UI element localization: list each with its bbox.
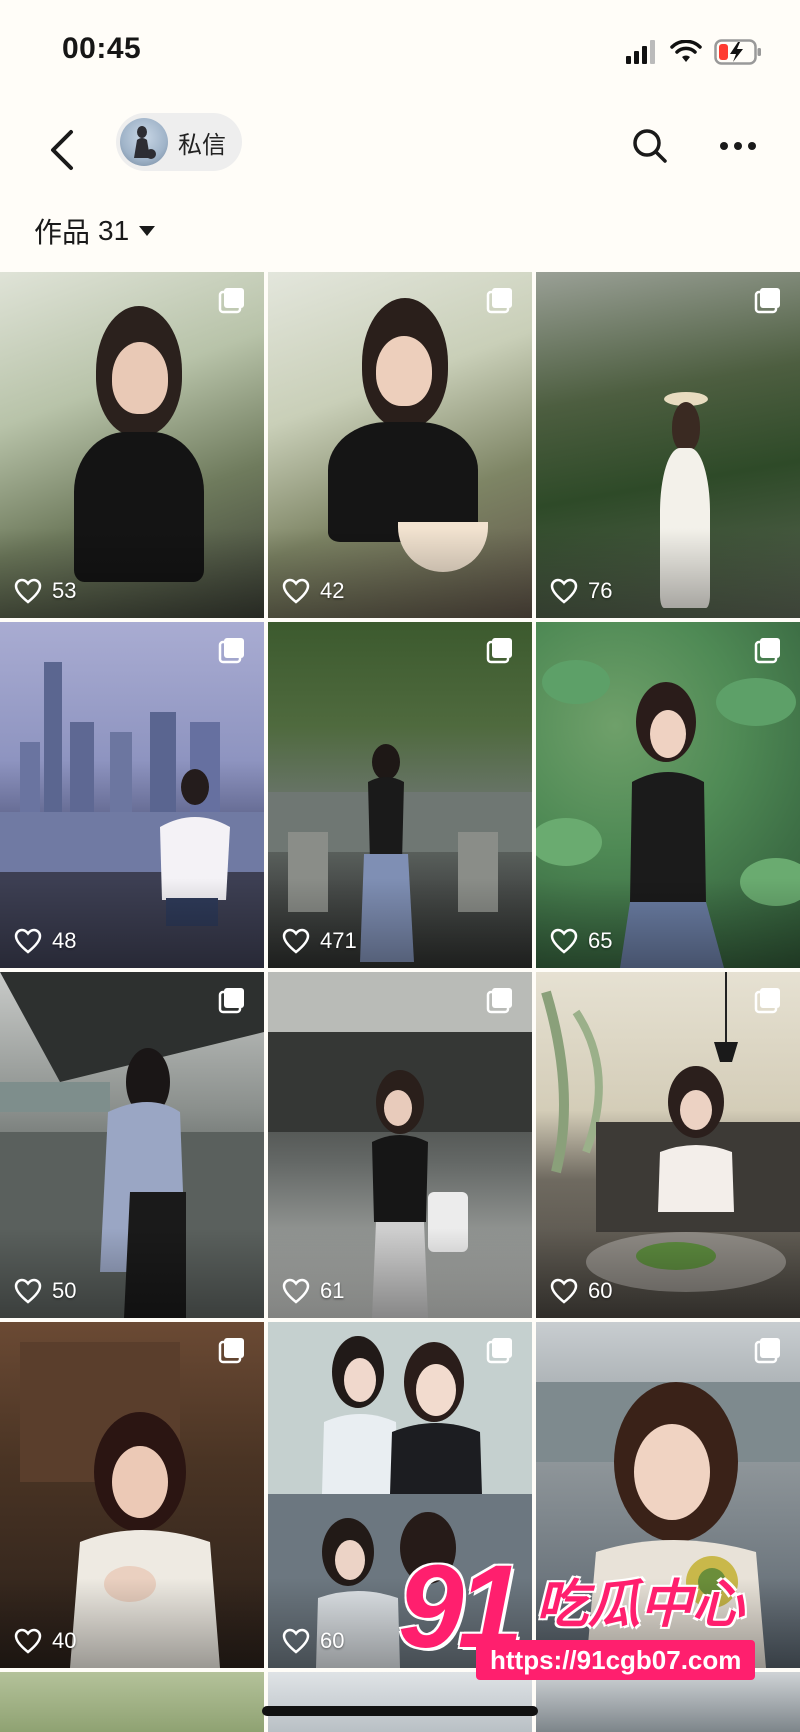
works-filter-dropdown[interactable]: 作品 31 xyxy=(34,206,157,256)
post-tile[interactable]: 61 xyxy=(268,972,532,1318)
caret-down-icon xyxy=(139,226,156,236)
post-tile[interactable] xyxy=(268,1672,532,1732)
multi-image-icon xyxy=(486,288,512,314)
post-tile[interactable] xyxy=(0,1672,264,1732)
multi-image-icon xyxy=(486,638,512,664)
watermark: 91 吃瓜中心 https://91cgb07.com xyxy=(398,1548,768,1680)
post-tile[interactable]: 48 xyxy=(0,622,264,968)
post-tile[interactable] xyxy=(536,1672,800,1732)
more-dot-icon xyxy=(734,142,742,150)
like-count-value: 471 xyxy=(320,928,357,953)
multi-image-icon xyxy=(754,288,780,314)
search-icon xyxy=(633,129,667,163)
post-tile[interactable]: 65 xyxy=(536,622,800,968)
like-count: 53 xyxy=(14,578,76,604)
battery-charging-icon xyxy=(714,39,761,65)
multi-image-icon xyxy=(486,988,512,1014)
more-dot-icon xyxy=(720,142,728,150)
multi-image-icon xyxy=(218,1338,244,1364)
heart-icon xyxy=(14,1278,42,1304)
status-time: 00:45 xyxy=(62,32,142,65)
post-tile[interactable]: 42 xyxy=(268,272,532,618)
like-count-value: 48 xyxy=(52,928,77,953)
more-dot-icon xyxy=(748,142,756,150)
like-count: 42 xyxy=(282,578,344,604)
multi-image-icon xyxy=(218,288,244,314)
heart-icon xyxy=(14,578,42,604)
status-bar: 00:45 xyxy=(0,0,800,100)
post-tile[interactable]: 60 xyxy=(536,972,800,1318)
heart-icon xyxy=(282,928,310,954)
chevron-left-icon xyxy=(51,130,73,170)
works-label: 作品 xyxy=(34,217,91,248)
wifi-icon xyxy=(670,40,702,62)
like-count-value: 61 xyxy=(320,1278,345,1303)
like-count-value: 60 xyxy=(320,1628,345,1653)
post-tile[interactable]: 50 xyxy=(0,972,264,1318)
more-options-button[interactable] xyxy=(712,122,764,170)
search-button[interactable] xyxy=(626,122,674,170)
like-count: 48 xyxy=(14,928,76,954)
heart-icon xyxy=(550,578,578,604)
like-count: 50 xyxy=(14,1278,76,1304)
like-count-value: 50 xyxy=(52,1278,77,1303)
post-tile[interactable]: 40 xyxy=(0,1322,264,1668)
signal-icon xyxy=(626,40,655,64)
multi-image-icon xyxy=(754,638,780,664)
post-tile[interactable]: 53 xyxy=(0,272,264,618)
watermark-url: https://91cgb07.com xyxy=(476,1640,756,1680)
nav-bar: 私信 xyxy=(0,100,800,200)
like-count-value: 40 xyxy=(52,1628,77,1653)
status-icons xyxy=(626,36,762,68)
multi-image-icon xyxy=(754,988,780,1014)
heart-icon xyxy=(550,928,578,954)
heart-icon xyxy=(550,1278,578,1304)
like-count-value: 60 xyxy=(588,1278,613,1303)
like-count: 60 xyxy=(550,1278,612,1304)
multi-image-icon xyxy=(218,638,244,664)
like-count: 40 xyxy=(14,1628,76,1654)
like-count-value: 53 xyxy=(52,578,77,603)
back-button[interactable] xyxy=(36,120,88,180)
heart-icon xyxy=(14,1628,42,1654)
heart-icon xyxy=(282,1278,310,1304)
like-count: 60 xyxy=(282,1628,344,1654)
post-tile[interactable]: 76 xyxy=(536,272,800,618)
like-count-value: 42 xyxy=(320,578,345,603)
like-count-value: 65 xyxy=(588,928,613,953)
multi-image-icon xyxy=(754,1338,780,1364)
like-count: 61 xyxy=(282,1278,344,1304)
like-count: 76 xyxy=(550,578,612,604)
like-count: 471 xyxy=(282,928,357,954)
multi-image-icon xyxy=(218,988,244,1014)
watermark-text: 吃瓜中心 xyxy=(536,1576,745,1634)
like-count: 65 xyxy=(550,928,612,954)
multi-image-icon xyxy=(486,1338,512,1364)
works-count: 31 xyxy=(98,215,130,246)
direct-message-label: 私信 xyxy=(178,131,226,159)
heart-icon xyxy=(282,578,310,604)
post-tile[interactable]: 471 xyxy=(268,622,532,968)
direct-message-button[interactable]: 私信 xyxy=(116,113,242,171)
like-count-value: 76 xyxy=(588,578,613,603)
avatar xyxy=(120,118,168,166)
heart-icon xyxy=(282,1628,310,1654)
heart-icon xyxy=(14,928,42,954)
home-indicator[interactable] xyxy=(262,1706,538,1716)
